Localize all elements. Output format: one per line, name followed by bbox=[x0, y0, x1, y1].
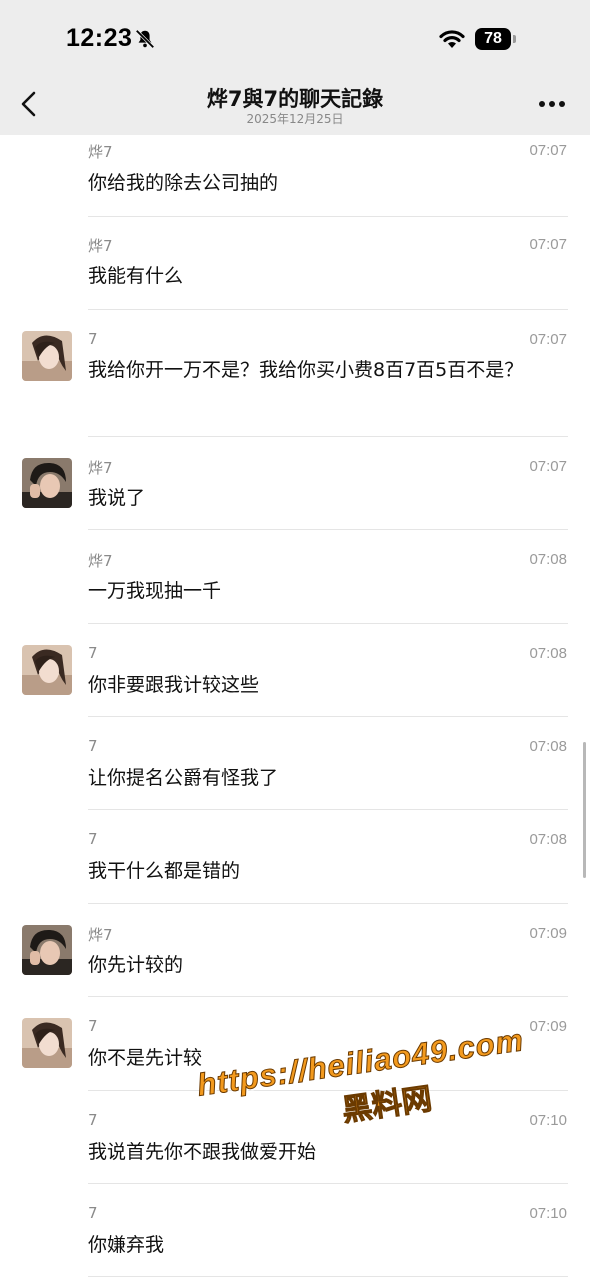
sender-name: 烨7 bbox=[88, 926, 113, 944]
list-item[interactable]: 烨7 07:07 我说了 bbox=[0, 437, 590, 530]
avatar-photo bbox=[22, 645, 72, 695]
avatar-female[interactable] bbox=[22, 645, 72, 695]
message-time: 07:07 bbox=[529, 142, 567, 159]
sender-name: 烨7 bbox=[88, 459, 113, 477]
bell-muted-icon bbox=[135, 29, 155, 49]
list-item[interactable]: 7 07:08 让你提名公爵有怪我了 bbox=[0, 717, 590, 810]
message-time: 07:08 bbox=[529, 645, 567, 662]
message-time: 07:07 bbox=[529, 458, 567, 475]
nav-bar: 烨7與7的聊天記錄 2025年12月25日 bbox=[0, 78, 590, 135]
status-bar: 12:23 78 bbox=[0, 0, 590, 78]
message-text: 我干什么都是错的 bbox=[88, 860, 241, 882]
message-text: 我给你开一万不是？我给你买小费8百7百5百不是？ bbox=[88, 359, 524, 381]
message-text: 我能有什么 bbox=[88, 265, 184, 287]
avatar-male[interactable] bbox=[22, 458, 72, 508]
avatar-photo bbox=[22, 1018, 72, 1068]
message-text: 你非要跟我计较这些 bbox=[88, 674, 260, 696]
message-text: 你给我的除去公司抽的 bbox=[88, 172, 279, 194]
sender-name: 烨7 bbox=[88, 237, 113, 255]
message-text: 我说了 bbox=[88, 487, 146, 509]
avatar-photo bbox=[22, 331, 72, 381]
list-item[interactable]: 7 07:08 我干什么都是错的 bbox=[0, 810, 590, 904]
avatar-photo bbox=[22, 925, 72, 975]
divider bbox=[88, 1276, 568, 1277]
sender-name: 7 bbox=[88, 737, 98, 755]
list-item[interactable]: 7 07:07 我给你开一万不是？我给你买小费8百7百5百不是？ bbox=[0, 310, 590, 437]
clock: 12:23 bbox=[66, 24, 133, 52]
list-item[interactable]: 烨7 07:08 一万我现抽一千 bbox=[0, 530, 590, 624]
avatar-female[interactable] bbox=[22, 1018, 72, 1068]
wifi-icon bbox=[439, 30, 465, 48]
avatar-female[interactable] bbox=[22, 331, 72, 381]
message-text: 一万我现抽一千 bbox=[88, 580, 222, 602]
sender-name: 烨7 bbox=[88, 143, 113, 161]
list-item[interactable]: 7 07:10 你嫌弃我 bbox=[0, 1184, 590, 1277]
avatar-photo bbox=[22, 458, 72, 508]
list-item[interactable]: 烨7 07:09 你先计较的 bbox=[0, 904, 590, 997]
message-text: 你先计较的 bbox=[88, 954, 184, 976]
message-time: 07:07 bbox=[529, 331, 567, 348]
battery-indicator: 78 bbox=[475, 28, 511, 50]
sender-name: 7 bbox=[88, 1204, 98, 1222]
page-subtitle: 2025年12月25日 bbox=[246, 112, 344, 126]
list-item[interactable]: 烨7 07:07 我能有什么 bbox=[0, 217, 590, 310]
more-options-icon[interactable] bbox=[538, 100, 566, 108]
message-time: 07:10 bbox=[529, 1205, 567, 1222]
message-text: 你嫌弃我 bbox=[88, 1234, 165, 1256]
list-item[interactable]: 7 07:08 你非要跟我计较这些 bbox=[0, 624, 590, 717]
message-time: 07:08 bbox=[529, 831, 567, 848]
message-time: 07:08 bbox=[529, 738, 567, 755]
avatar-male[interactable] bbox=[22, 925, 72, 975]
scrollbar[interactable] bbox=[583, 742, 586, 878]
sender-name: 7 bbox=[88, 644, 98, 662]
sender-name: 7 bbox=[88, 830, 98, 848]
sender-name: 7 bbox=[88, 330, 98, 348]
sender-name: 烨7 bbox=[88, 552, 113, 570]
message-time: 07:09 bbox=[529, 925, 567, 942]
battery-cap bbox=[513, 35, 516, 43]
sender-name: 7 bbox=[88, 1017, 98, 1035]
message-text: 让你提名公爵有怪我了 bbox=[88, 767, 279, 789]
sender-name: 7 bbox=[88, 1111, 98, 1129]
message-time: 07:07 bbox=[529, 236, 567, 253]
list-item[interactable]: 烨7 07:07 你给我的除去公司抽的 bbox=[0, 135, 590, 217]
page-title: 烨7與7的聊天記錄 bbox=[206, 87, 384, 111]
message-time: 07:08 bbox=[529, 551, 567, 568]
